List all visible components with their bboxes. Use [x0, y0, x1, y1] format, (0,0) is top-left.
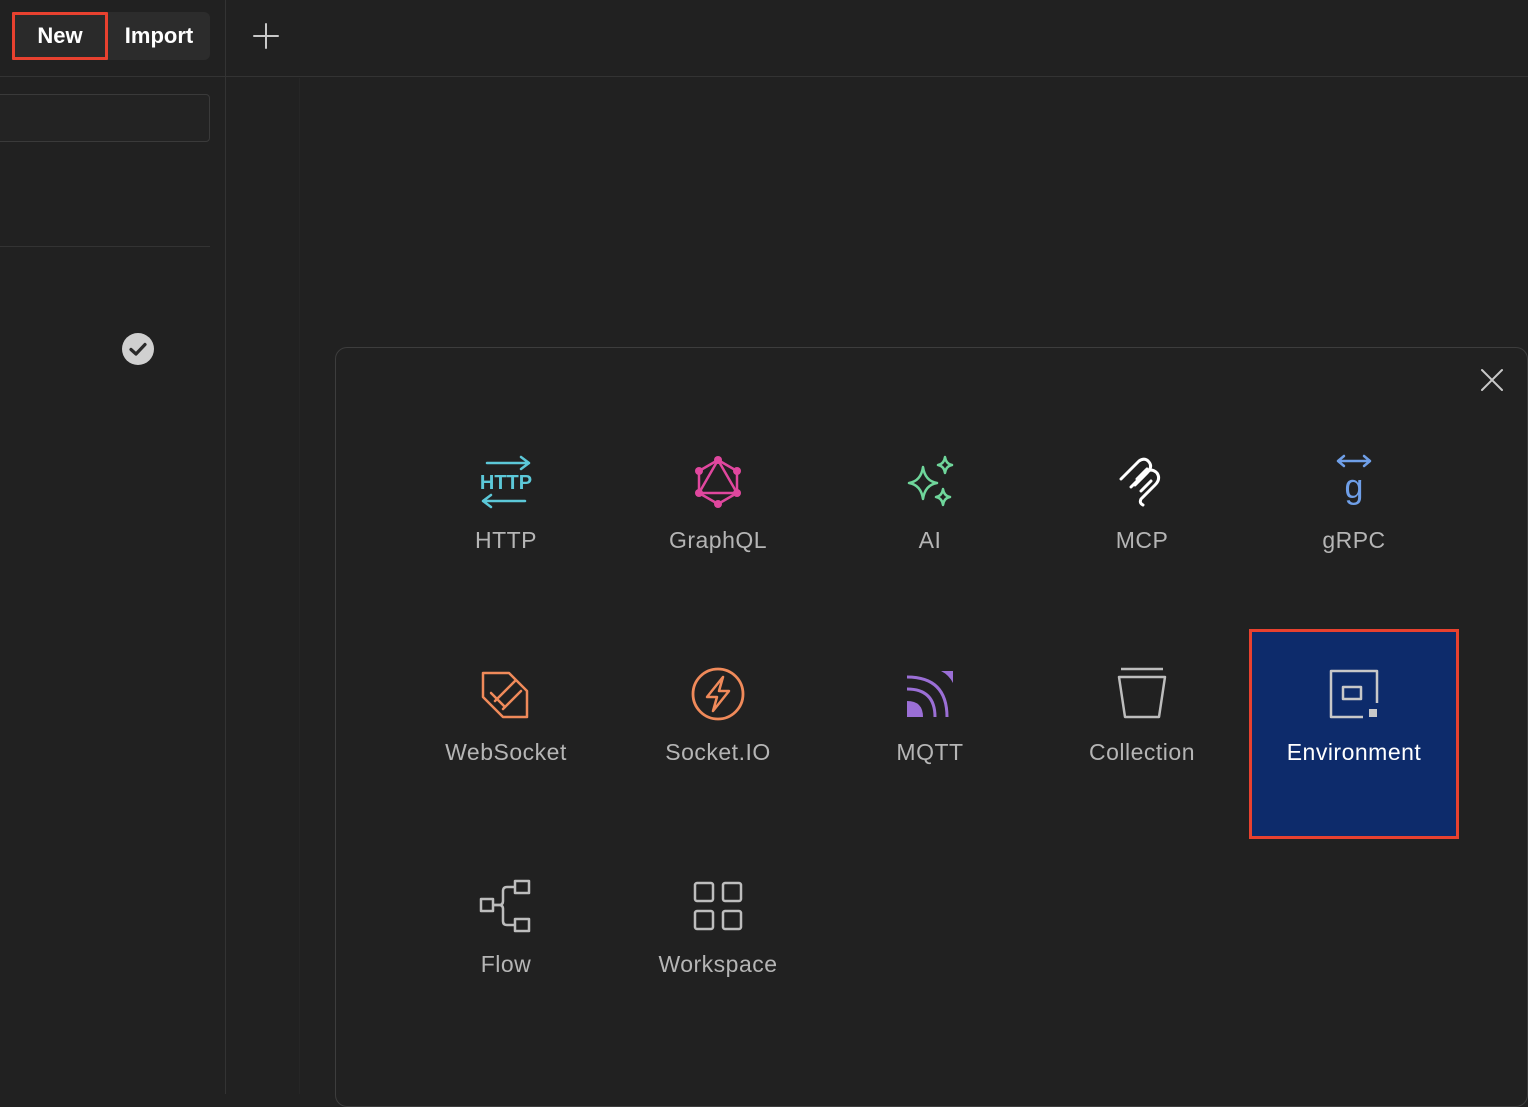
create-ai-option[interactable]: AI: [825, 417, 1035, 627]
create-mcp-option[interactable]: MCP: [1037, 417, 1247, 627]
mcp-icon: [1119, 457, 1161, 507]
flow-icon: [479, 879, 531, 933]
create-http-option[interactable]: HTTP HTTP: [401, 417, 611, 627]
create-workspace-option[interactable]: Workspace: [613, 841, 823, 1051]
new-button[interactable]: New: [12, 12, 108, 60]
option-label: Environment: [1286, 739, 1422, 765]
create-websocket-option[interactable]: WebSocket: [401, 629, 611, 839]
environment-icon: [1329, 669, 1379, 719]
option-label: Collection: [1089, 739, 1195, 765]
mqtt-icon: [906, 671, 953, 718]
option-label: GraphQL: [668, 527, 768, 553]
create-mqtt-option[interactable]: MQTT: [825, 629, 1035, 839]
ai-sparkle-icon: [907, 455, 954, 507]
option-label: HTTP: [474, 527, 538, 553]
create-socketio-option[interactable]: Socket.IO: [613, 629, 823, 839]
check-circle-icon: [122, 333, 154, 365]
option-label: Flow: [480, 951, 532, 977]
http-icon: HTTP: [480, 455, 532, 509]
grpc-icon: g: [1336, 454, 1372, 506]
option-label: MQTT: [896, 739, 964, 765]
close-icon[interactable]: [1476, 364, 1508, 396]
svg-text:HTTP: HTTP: [480, 472, 532, 494]
plus-icon[interactable]: [250, 20, 282, 52]
collection-icon: [1117, 667, 1167, 719]
panel-divider: [299, 78, 300, 1094]
sidebar: [0, 0, 226, 1094]
create-grpc-option[interactable]: g gRPC: [1249, 417, 1459, 627]
option-label: MCP: [1115, 527, 1169, 553]
option-label: Socket.IO: [665, 739, 771, 765]
create-graphql-option[interactable]: GraphQL: [613, 417, 823, 627]
graphql-icon: [695, 456, 741, 508]
svg-text:g: g: [1345, 468, 1364, 506]
import-button[interactable]: Import: [108, 12, 210, 60]
create-environment-option[interactable]: Environment: [1249, 629, 1459, 839]
option-label: AI: [918, 527, 942, 553]
option-label: WebSocket: [445, 739, 567, 765]
sidebar-search-input[interactable]: [0, 94, 210, 142]
socketio-icon: [691, 667, 745, 721]
sidebar-divider: [0, 246, 210, 247]
create-collection-option[interactable]: Collection: [1037, 629, 1247, 839]
websocket-icon: [481, 671, 529, 719]
option-label: Workspace: [658, 951, 778, 977]
workspace-icon: [693, 881, 743, 931]
create-flow-option[interactable]: Flow: [401, 841, 611, 1051]
topbar-divider: [0, 76, 1528, 77]
option-label: gRPC: [1322, 527, 1386, 553]
